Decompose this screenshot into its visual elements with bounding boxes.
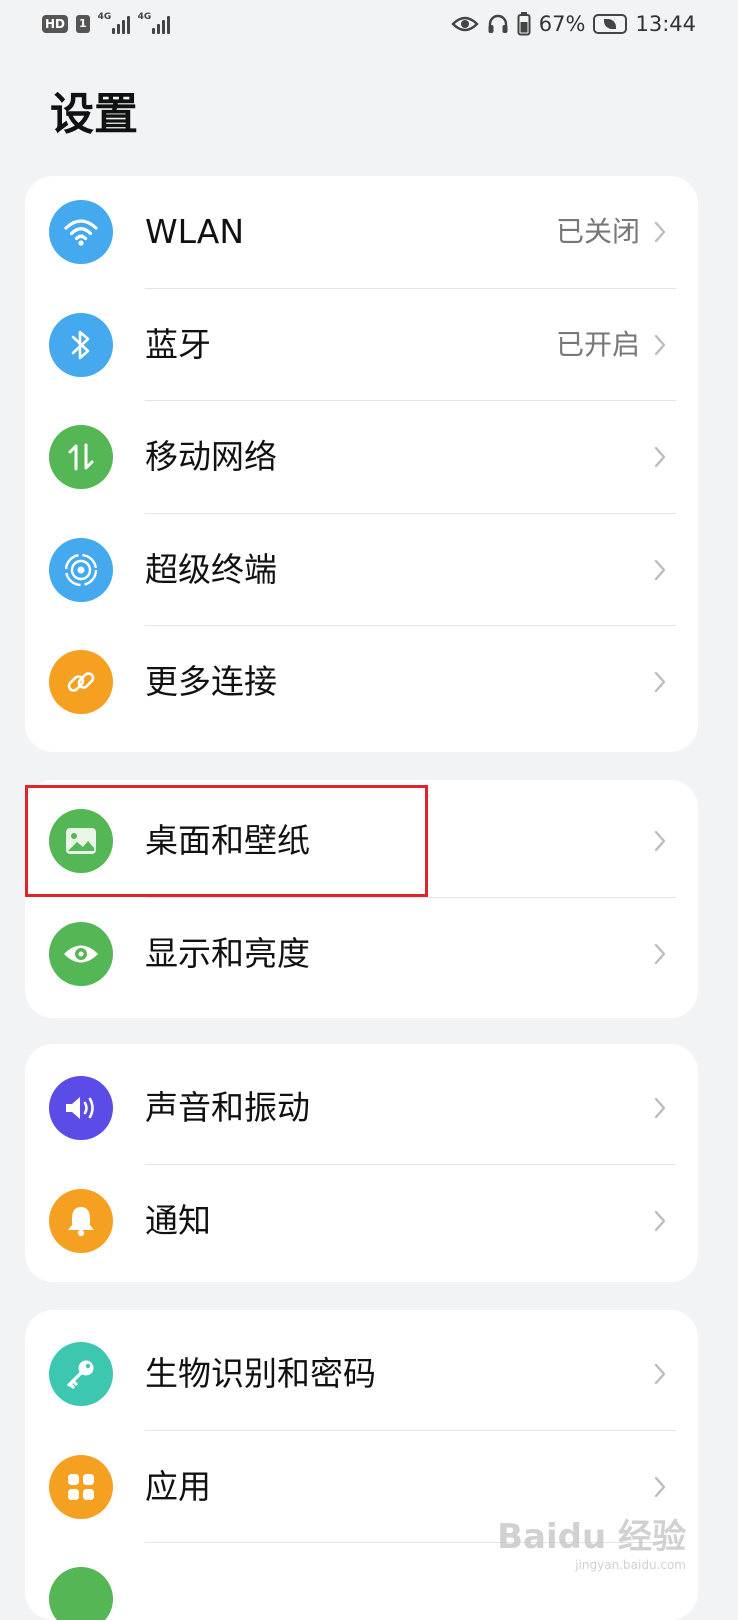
settings-item-label: 更多连接 <box>145 662 277 701</box>
highlight-box <box>25 785 428 897</box>
settings-item-mobile-network[interactable]: 移动网络 <box>25 401 698 514</box>
settings-item-biometrics-password[interactable]: 生物识别和密码 <box>25 1318 698 1431</box>
chevron-right-icon <box>654 446 666 468</box>
settings-item-super-device[interactable]: 超级终端 <box>25 514 698 626</box>
page-title: 设置 <box>50 89 138 140</box>
battery-icon <box>517 12 531 36</box>
chevron-right-icon <box>654 943 666 964</box>
clock: 13:44 <box>635 12 696 36</box>
hd-voice-icon: HD <box>42 15 69 33</box>
speaker-icon <box>49 1076 113 1140</box>
settings-item-label: 生物识别和密码 <box>145 1354 376 1393</box>
settings-item-label: 蓝牙 <box>145 324 211 364</box>
link-icon <box>49 650 113 714</box>
settings-item-wlan[interactable]: WLAN 已关闭 <box>25 176 698 289</box>
network-type-1: 4G <box>97 12 112 22</box>
settings-item-label: 声音和振动 <box>145 1088 310 1127</box>
settings-group-security-apps: 生物识别和密码 应用 <box>25 1310 698 1620</box>
chevron-right-icon <box>654 1097 666 1119</box>
chevron-right-icon <box>654 221 666 243</box>
power-saving-icon <box>593 14 628 34</box>
chevron-right-icon <box>654 830 666 852</box>
bluetooth-icon <box>49 312 113 377</box>
wifi-icon <box>49 200 113 264</box>
settings-group-connectivity: WLAN 已关闭 蓝牙 已开启 移动网络 超级终端 更多连接 <box>25 176 698 752</box>
signal-icon-2: 4G <box>137 12 170 34</box>
settings-item-bluetooth[interactable]: 蓝牙 已开启 <box>25 289 698 401</box>
key-icon <box>49 1342 113 1406</box>
settings-item-notifications[interactable]: 通知 <box>25 1165 698 1278</box>
mobile-data-icon <box>49 425 113 489</box>
settings-item-label: 通知 <box>145 1200 211 1240</box>
settings-item-status: 已关闭 <box>555 215 640 248</box>
sim-badge: 1 <box>76 15 90 33</box>
baidu-watermark: Baidu 经验 jingyan.baidu.com <box>497 1509 686 1572</box>
watermark-brand: Baidu 经验 <box>497 1517 686 1557</box>
settings-item-label: 超级终端 <box>145 549 277 589</box>
eye-icon <box>49 921 113 986</box>
chevron-right-icon <box>654 559 666 580</box>
chevron-right-icon <box>654 671 666 693</box>
network-type-2: 4G <box>137 12 152 22</box>
battery-percent: 67% <box>538 12 586 36</box>
settings-group-sound-notifications: 声音和振动 通知 <box>25 1044 698 1282</box>
settings-item-label: 移动网络 <box>145 437 277 476</box>
settings-item-label: 显示和亮度 <box>145 933 310 973</box>
status-bar: HD 1 4G 4G 67% 13:44 <box>0 0 738 52</box>
partial-icon <box>49 1567 113 1620</box>
apps-icon <box>49 1454 113 1519</box>
watermark-url: jingyan.baidu.com <box>575 1558 686 1572</box>
super-device-icon <box>49 537 113 602</box>
settings-item-display-brightness[interactable]: 显示和亮度 <box>25 898 698 1011</box>
settings-item-more-connections[interactable]: 更多连接 <box>25 626 698 739</box>
eye-comfort-icon <box>451 16 479 32</box>
settings-item-status: 已开启 <box>555 327 640 361</box>
chevron-right-icon <box>654 334 666 355</box>
settings-item-label: 应用 <box>145 1466 211 1506</box>
signal-icon-1: 4G <box>97 12 130 34</box>
settings-item-label: WLAN <box>145 212 245 251</box>
headphones-icon <box>488 14 508 33</box>
chevron-right-icon <box>654 1363 666 1385</box>
chevron-right-icon <box>654 1476 666 1497</box>
chevron-right-icon <box>654 1210 666 1231</box>
settings-item-sound-vibration[interactable]: 声音和振动 <box>25 1052 698 1165</box>
bell-icon <box>49 1188 113 1253</box>
